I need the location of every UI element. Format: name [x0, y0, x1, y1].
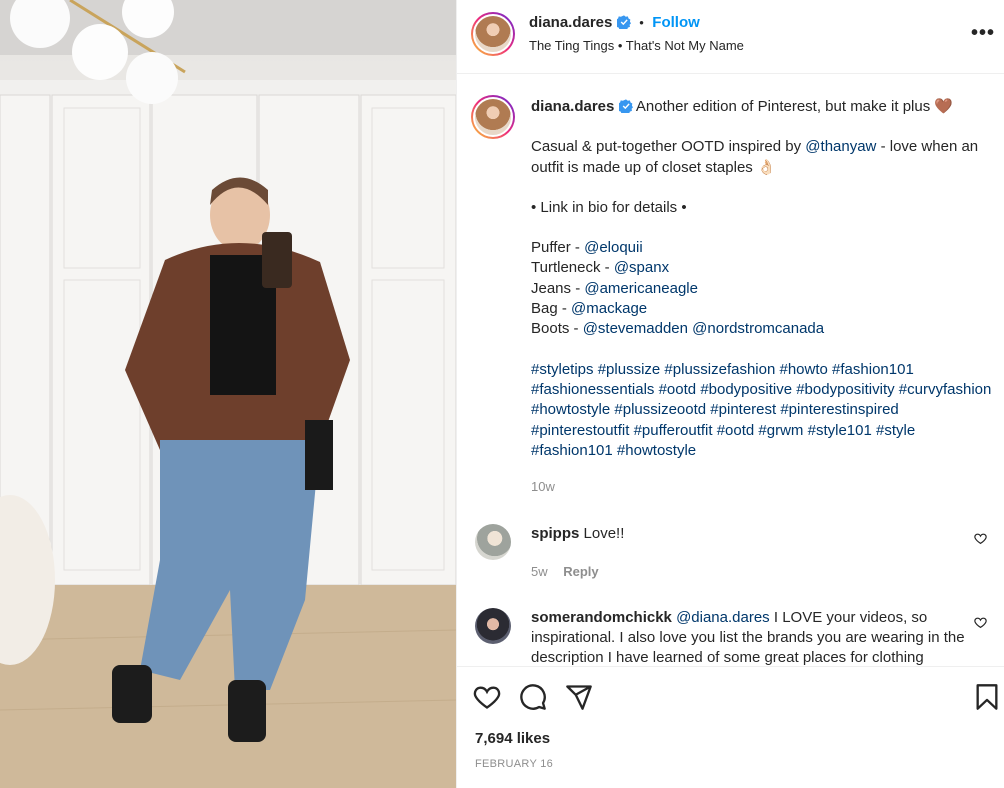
caption-hashtags: #styletips #plussize #plussizefashion #h…: [531, 360, 1001, 461]
caption-item: Bag - @mackage: [531, 299, 1001, 319]
hashtag-link[interactable]: #ootd: [717, 422, 755, 439]
post-photo: [0, 0, 456, 788]
caption-items: Puffer - @eloquii Turtleneck - @spanx Jean…: [531, 238, 1001, 339]
hashtag-link[interactable]: #grwm: [758, 422, 803, 439]
author-avatar[interactable]: [471, 12, 515, 56]
share-icon[interactable]: [565, 683, 593, 711]
caption-item-label: Jeans -: [531, 279, 585, 297]
bookmark-icon[interactable]: [973, 683, 1001, 711]
caption-avatar[interactable]: [471, 95, 515, 139]
verified-icon: [616, 15, 631, 29]
caption-item-label: Turtleneck -: [531, 259, 614, 277]
caption-item: Boots - @stevemadden @nordstromcanada: [531, 319, 1001, 339]
commenter-avatar[interactable]: [475, 524, 511, 560]
caption: diana.dares Another edition of Pinterest…: [531, 97, 1001, 497]
author-username[interactable]: diana.dares: [529, 14, 612, 31]
hashtag-link[interactable]: #howto: [780, 361, 828, 378]
header-separator: •: [639, 15, 644, 30]
caption-title: Another edition of Pinterest, but make i…: [635, 98, 954, 115]
reply-button[interactable]: Reply: [563, 564, 598, 579]
comment-meta: 5w Reply: [531, 562, 967, 582]
hashtag-link[interactable]: #pufferoutfit: [634, 422, 713, 439]
caption-item: Jeans - @americaneagle: [531, 279, 1001, 299]
caption-title-line: diana.dares Another edition of Pinterest…: [531, 97, 1001, 117]
heart-icon[interactable]: [473, 683, 501, 711]
hashtag-link[interactable]: #bodypositivity: [796, 381, 894, 398]
hashtag-link[interactable]: #plussizefashion: [664, 361, 775, 378]
mention-link[interactable]: @americaneagle: [584, 280, 698, 297]
mention-link[interactable]: @eloquii: [584, 239, 643, 256]
hashtag-link[interactable]: #plussize: [598, 361, 661, 378]
comments-scroll[interactable]: diana.dares Another edition of Pinterest…: [457, 75, 1004, 665]
commenter-username[interactable]: spipps: [531, 525, 579, 542]
more-icon[interactable]: •••: [971, 22, 995, 45]
hashtag-link[interactable]: #fashion101: [531, 442, 613, 459]
hashtag-link[interactable]: #curvyfashion: [899, 381, 992, 398]
post-media[interactable]: [0, 0, 456, 788]
mention-link[interactable]: @mackage: [571, 300, 647, 317]
likes-count[interactable]: 7,694 likes: [475, 730, 550, 747]
hashtag-link[interactable]: #fashionessentials: [531, 381, 654, 398]
comment-body: spipps Love!! 5w Reply: [531, 524, 967, 582]
comment-like-icon[interactable]: [974, 616, 987, 629]
hashtag-link[interactable]: #howtostyle: [617, 442, 696, 459]
caption-item: Turtleneck - @spanx: [531, 258, 1001, 278]
post-panel: diana.dares • Follow The Ting Tings • Th…: [456, 0, 1004, 788]
mention-link[interactable]: @diana.dares: [676, 609, 770, 626]
mention-link[interactable]: @stevemadden: [583, 320, 688, 337]
caption-time[interactable]: 10w: [531, 477, 1001, 497]
commenter-avatar[interactable]: [475, 608, 511, 644]
mention-link[interactable]: @spanx: [614, 259, 669, 276]
hashtag-link[interactable]: #styletips: [531, 361, 594, 378]
caption-item-label: Puffer -: [531, 239, 585, 257]
post-header: diana.dares • Follow The Ting Tings • Th…: [457, 0, 1004, 74]
hashtag-link[interactable]: #style: [876, 422, 915, 439]
caption-item-label: Boots -: [531, 320, 583, 338]
verified-icon: [618, 99, 633, 113]
comment-time[interactable]: 5w: [531, 564, 548, 579]
action-bar: 7,694 likes FEBRUARY 16: [457, 666, 1004, 788]
hashtag-link[interactable]: #pinterestinspired: [780, 401, 898, 418]
hashtag-link[interactable]: #pinterestoutfit: [531, 422, 629, 439]
post-date[interactable]: FEBRUARY 16: [475, 758, 553, 770]
header-meta: diana.dares • Follow The Ting Tings • Th…: [529, 14, 744, 53]
comment-like-icon[interactable]: [974, 532, 987, 545]
caption-inspiration: Casual & put-together OOTD inspired by @…: [531, 137, 1001, 178]
comment-text: Love!!: [583, 525, 625, 542]
caption-item: Puffer - @eloquii: [531, 238, 1001, 258]
comment-icon[interactable]: [519, 683, 547, 711]
hashtag-link[interactable]: #pinterest: [710, 401, 776, 418]
commenter-username[interactable]: somerandomchickk: [531, 609, 672, 626]
caption-item-label: Bag -: [531, 300, 572, 318]
hashtag-link[interactable]: #plussizeootd: [614, 401, 706, 418]
comment-body: somerandomchickk @diana.dares I LOVE you…: [531, 608, 967, 665]
caption-text: Casual & put-together OOTD inspired by: [531, 138, 806, 156]
hashtag-link[interactable]: #ootd: [659, 381, 697, 398]
audio-label[interactable]: The Ting Tings • That's Not My Name: [529, 38, 744, 53]
hashtag-link[interactable]: #style101: [808, 422, 872, 439]
hashtag-link[interactable]: #bodypositive: [700, 381, 792, 398]
caption-username[interactable]: diana.dares: [531, 98, 614, 115]
mention-link[interactable]: @thanyaw: [805, 138, 876, 155]
caption-link-line: • Link in bio for details •: [531, 198, 687, 216]
mention-link[interactable]: @nordstromcanada: [692, 320, 824, 337]
hashtag-link[interactable]: #fashion101: [832, 361, 914, 378]
hashtag-link[interactable]: #howtostyle: [531, 401, 610, 418]
follow-button[interactable]: Follow: [652, 14, 700, 31]
